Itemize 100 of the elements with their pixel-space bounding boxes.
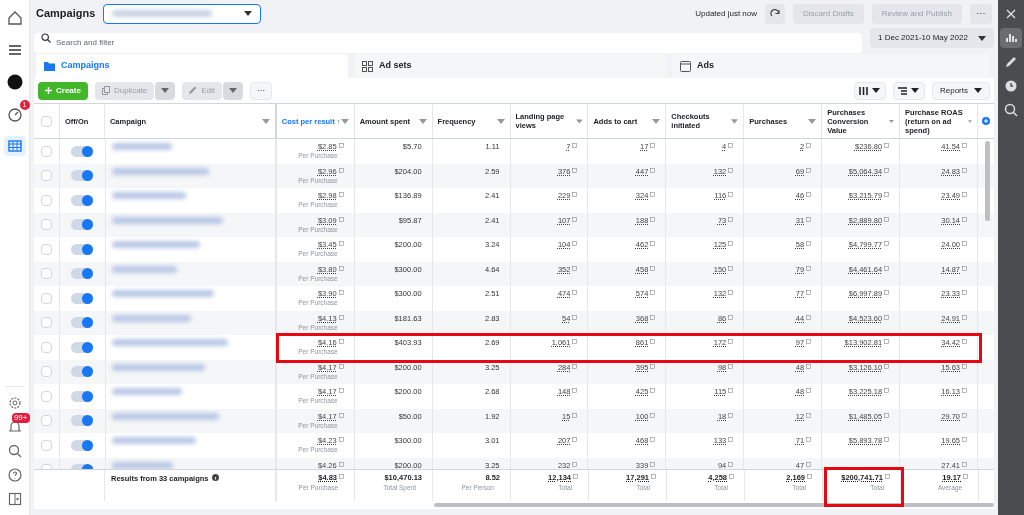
pencil-icon[interactable]: [1003, 54, 1019, 70]
attribution-icon: [962, 388, 968, 393]
attribution-icon: [572, 167, 578, 173]
attribution-icon: [728, 388, 734, 393]
attribution-icon: [962, 143, 968, 148]
attribution-icon: [884, 290, 890, 295]
columns-icon: [859, 86, 869, 95]
attribution-icon: [884, 363, 890, 369]
caret-icon: [161, 88, 170, 93]
attribution-icon: [884, 412, 890, 418]
clock-icon[interactable]: [1003, 78, 1019, 94]
checkbox[interactable]: [41, 366, 52, 378]
toggle-switch[interactable]: [71, 170, 94, 182]
checkbox[interactable]: [41, 115, 52, 127]
more-button[interactable]: ···: [970, 3, 992, 24]
panel-icon[interactable]: [6, 491, 23, 507]
attribution-icon: [338, 363, 344, 369]
checkbox[interactable]: [41, 317, 52, 329]
attribution-icon: [885, 474, 890, 479]
attribution-icon: [338, 143, 344, 148]
toggle-switch[interactable]: [71, 317, 94, 329]
page-title: Campaigns: [36, 6, 96, 22]
gauge-icon[interactable]: [6, 106, 23, 122]
checkbox[interactable]: [41, 268, 52, 280]
reports-button[interactable]: Reports: [932, 81, 990, 100]
menu-icon[interactable]: [6, 42, 23, 58]
refresh-icon: [770, 8, 781, 19]
caret-icon: [575, 118, 583, 124]
attribution-icon: [650, 461, 656, 467]
account-dropdown[interactable]: [103, 3, 262, 24]
attribution-icon: [962, 167, 968, 173]
checkbox[interactable]: [41, 219, 52, 231]
attribution-icon: [339, 474, 344, 479]
home-icon[interactable]: [6, 10, 23, 26]
attribution-icon: [962, 241, 968, 246]
attribution-icon: [884, 167, 890, 173]
help-icon[interactable]: [6, 467, 23, 483]
attribution-icon: [728, 314, 734, 320]
checkbox[interactable]: [41, 341, 52, 353]
checkbox[interactable]: [41, 439, 52, 451]
attribution-icon: [650, 241, 656, 246]
add-column-icon[interactable]: [982, 117, 990, 125]
toggle-switch[interactable]: [71, 439, 94, 451]
toggle-switch[interactable]: [71, 292, 94, 304]
checkbox[interactable]: [41, 145, 52, 157]
toggle-switch[interactable]: [71, 194, 94, 206]
avatar-icon[interactable]: [6, 74, 23, 90]
scrollbar[interactable]: [985, 141, 990, 221]
caret-icon: [340, 118, 349, 124]
checkbox[interactable]: [41, 415, 52, 427]
dropdown-button[interactable]: [223, 81, 244, 100]
attribution-icon: [884, 241, 890, 246]
attribution-icon: [806, 265, 812, 271]
attribution-icon: [962, 339, 968, 344]
search-field[interactable]: Search and filter: [34, 32, 862, 53]
date-range-dropdown[interactable]: 1 Dec 2021-10 May 2022: [870, 28, 994, 48]
columns-button[interactable]: [854, 81, 886, 100]
attribution-icon: [884, 437, 890, 442]
dropdown-button[interactable]: [155, 81, 176, 100]
info-icon[interactable]: [211, 474, 219, 481]
toggle-switch[interactable]: [71, 366, 94, 378]
attribution-icon: [962, 290, 968, 295]
table-icon[interactable]: [6, 138, 23, 154]
bell-icon[interactable]: [6, 419, 23, 435]
attribution-icon: [884, 216, 890, 222]
attribution-icon: [728, 437, 734, 442]
attribution-icon: [650, 437, 656, 442]
caret-icon: [911, 88, 920, 93]
attribution-icon: [338, 461, 344, 467]
attribution-icon: [338, 412, 344, 418]
toggle-switch[interactable]: [71, 219, 94, 231]
toggle-switch[interactable]: [71, 341, 94, 353]
toggle-switch[interactable]: [71, 415, 94, 427]
checkbox[interactable]: [41, 243, 52, 255]
toggle-switch[interactable]: [71, 268, 94, 280]
checkbox[interactable]: [41, 170, 52, 182]
attribution-icon: [338, 290, 344, 295]
checkbox[interactable]: [41, 292, 52, 304]
scrollbar[interactable]: [434, 503, 994, 507]
attribution-icon: [572, 461, 578, 467]
toggle-switch[interactable]: [71, 390, 94, 402]
attribution-icon: [650, 339, 656, 344]
refresh-button[interactable]: [765, 3, 786, 24]
attribution-icon: [806, 363, 812, 369]
attribution-icon: [728, 290, 734, 295]
breakdown-button[interactable]: [893, 81, 925, 100]
attribution-icon: [338, 216, 344, 222]
checkbox[interactable]: [41, 194, 52, 206]
more-button[interactable]: ···: [250, 81, 273, 100]
tab[interactable]: Campaigns: [36, 54, 348, 78]
checkbox[interactable]: [41, 390, 52, 402]
toggle-switch[interactable]: [71, 243, 94, 255]
attribution-icon: [338, 314, 344, 320]
tab[interactable]: Ads: [672, 54, 990, 78]
toggle-switch[interactable]: [71, 145, 94, 157]
attribution-icon: [962, 314, 968, 320]
zoom-icon[interactable]: [1003, 102, 1019, 118]
search-icon[interactable]: [6, 443, 23, 459]
attribution-icon: [806, 143, 812, 148]
tab[interactable]: Ad sets: [354, 54, 666, 78]
